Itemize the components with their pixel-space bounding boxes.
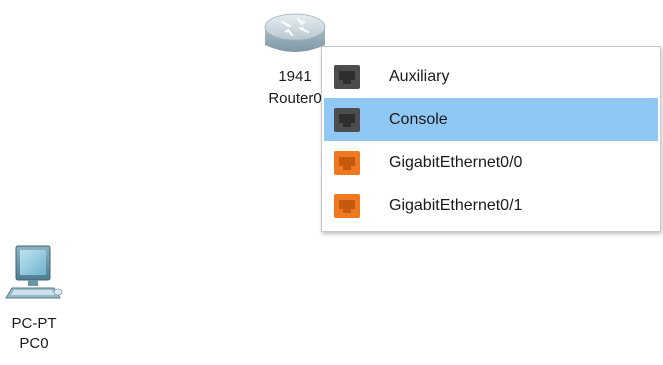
console-port-icon [334,107,360,132]
pc-name-label: PC0 [19,335,49,352]
port-selection-menu: Auxiliary Console GigabitEthernet0/0 Gig… [321,46,661,232]
router-icon [260,5,330,65]
pc-device[interactable]: PC-PT PC0 [0,240,68,354]
menu-item-label: Auxiliary [389,67,450,85]
ethernet-port-icon [334,150,360,175]
menu-item-label: Console [389,110,448,128]
pc-icon [0,240,68,314]
ethernet-port-icon [334,193,360,218]
menu-item-auxiliary[interactable]: Auxiliary [324,55,658,98]
console-port-icon [334,64,360,89]
menu-item-console[interactable]: Console [324,98,658,141]
workspace-canvas[interactable]: 1941 Router0 PC-PT PC0 Auxiliary Console… [0,0,663,365]
menu-item-label: GigabitEthernet0/1 [389,196,523,214]
pc-model-label: PC-PT [11,315,57,332]
menu-item-gigabitethernet0-1[interactable]: GigabitEthernet0/1 [324,184,658,227]
menu-item-label: GigabitEthernet0/0 [389,153,523,171]
menu-item-gigabitethernet0-0[interactable]: GigabitEthernet0/0 [324,141,658,184]
